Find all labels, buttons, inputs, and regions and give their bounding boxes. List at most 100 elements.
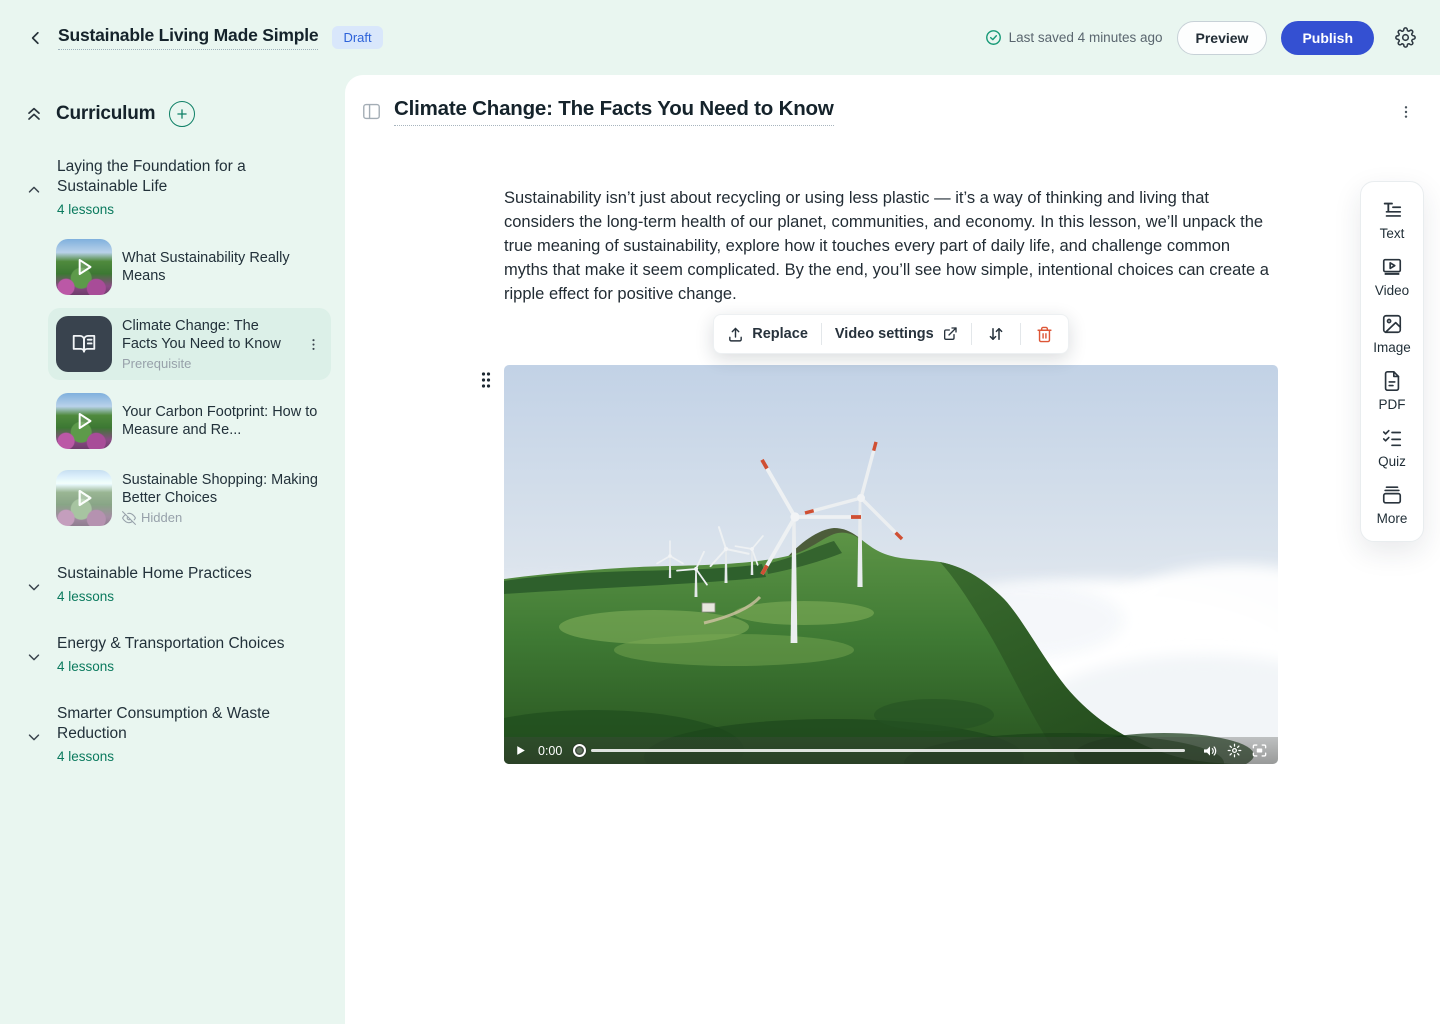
layout-panel-icon [362, 103, 381, 120]
scrubber-handle[interactable] [573, 744, 586, 757]
add-quiz-block[interactable]: Quiz [1378, 427, 1406, 469]
play-button[interactable] [514, 744, 527, 757]
section-title: Smarter Consumption & Waste Reduction [57, 704, 331, 744]
back-chevron-icon [27, 29, 45, 47]
curriculum-section: Laying the Foundation for a Sustainable … [24, 157, 331, 534]
lesson-menu-button[interactable] [304, 335, 323, 354]
progress-bar[interactable] [591, 749, 1185, 752]
section-lesson-count: 4 lessons [57, 202, 331, 217]
tool-label: Quiz [1378, 454, 1406, 469]
toolbar-divider [1020, 323, 1021, 345]
lesson-meta-hidden: Hidden [122, 510, 323, 525]
video-block-icon [1381, 256, 1403, 278]
section-header-home-practices[interactable]: Sustainable Home Practices 4 lessons [24, 564, 331, 604]
curriculum-sidebar: Curriculum Laying the Foundation for a S… [0, 75, 345, 1024]
lesson-title: Climate Change: The Facts You Need to Kn… [122, 317, 294, 353]
lesson-title: Your Carbon Footprint: How to Measure an… [122, 403, 323, 439]
section-title: Sustainable Home Practices [57, 564, 331, 584]
tool-label: Text [1380, 226, 1405, 241]
play-icon [71, 408, 97, 434]
section-header-smarter-consumption[interactable]: Smarter Consumption & Waste Reduction 4 … [24, 704, 331, 764]
block-tools-panel: Text Video Image PDF Quiz More [1360, 181, 1424, 542]
play-icon [71, 254, 97, 280]
publish-button[interactable]: Publish [1281, 21, 1374, 55]
curriculum-section: Sustainable Home Practices 4 lessons [24, 564, 331, 604]
section-title: Energy & Transportation Choices [57, 634, 331, 654]
check-circle-icon [985, 29, 1002, 46]
collapse-all-icon [24, 104, 44, 124]
settings-icon [1227, 743, 1242, 758]
toggle-sidebar-button[interactable] [362, 103, 381, 120]
add-video-block[interactable]: Video [1375, 256, 1409, 298]
section-lesson-count: 4 lessons [57, 659, 331, 674]
collapse-all-button[interactable] [24, 104, 44, 124]
kebab-icon [1398, 104, 1414, 120]
volume-icon [1202, 743, 1218, 759]
section-title: Laying the Foundation for a Sustainable … [57, 157, 331, 197]
wind-farm-video-still [504, 365, 1278, 764]
add-text-block[interactable]: Text [1380, 199, 1405, 241]
video-thumbnail [56, 239, 112, 295]
add-pdf-block[interactable]: PDF [1379, 370, 1406, 412]
fullscreen-button[interactable] [1251, 743, 1268, 758]
lesson-item-what-sustainability[interactable]: What Sustainability Really Means [48, 231, 331, 303]
curriculum-section: Smarter Consumption & Waste Reduction 4 … [24, 704, 331, 764]
curriculum-section: Energy & Transportation Choices 4 lesson… [24, 634, 331, 674]
trash-icon [1036, 326, 1053, 343]
video-thumbnail [56, 393, 112, 449]
video-settings-gear-button[interactable] [1227, 743, 1242, 758]
current-time: 0:00 [538, 744, 562, 758]
settings-button[interactable] [1392, 25, 1418, 51]
lesson-title: Sustainable Shopping: Making Better Choi… [122, 471, 323, 507]
section-header-energy-transportation[interactable]: Energy & Transportation Choices 4 lesson… [24, 634, 331, 674]
add-curriculum-button[interactable] [169, 101, 195, 127]
lesson-page-title[interactable]: Climate Change: The Facts You Need to Kn… [394, 97, 834, 126]
section-lesson-count: 4 lessons [57, 589, 331, 604]
course-title[interactable]: Sustainable Living Made Simple [58, 25, 318, 50]
delete-block-button[interactable] [1034, 326, 1055, 343]
kebab-icon [306, 337, 321, 352]
lesson-item-climate-change[interactable]: Climate Change: The Facts You Need to Kn… [48, 308, 331, 380]
section-header-foundation[interactable]: Laying the Foundation for a Sustainable … [24, 157, 331, 217]
back-button[interactable] [24, 26, 48, 50]
sort-arrows-icon [987, 325, 1005, 343]
status-badge: Draft [332, 26, 382, 49]
video-settings-button[interactable]: Video settings [835, 326, 958, 342]
upload-icon [727, 326, 744, 343]
replace-label: Replace [752, 326, 808, 342]
top-header: Sustainable Living Made Simple Draft Las… [0, 0, 1440, 75]
video-controls: 0:00 [504, 737, 1278, 764]
last-saved-status: Last saved 4 minutes ago [985, 29, 1163, 46]
toolbar-divider [971, 323, 972, 345]
lesson-intro-paragraph[interactable]: Sustainability isn’t just about recyclin… [504, 186, 1278, 306]
reorder-block-button[interactable] [985, 325, 1007, 343]
toolbar-divider [821, 323, 822, 345]
reading-thumbnail [56, 316, 112, 372]
preview-button[interactable]: Preview [1177, 21, 1268, 55]
play-icon [71, 485, 97, 511]
quiz-block-icon [1381, 427, 1403, 449]
volume-button[interactable] [1202, 743, 1218, 759]
video-block: 0:00 [504, 365, 1278, 764]
lesson-item-carbon-footprint[interactable]: Your Carbon Footprint: How to Measure an… [48, 385, 331, 457]
more-blocks[interactable]: More [1377, 484, 1408, 526]
lesson-options-button[interactable] [1394, 100, 1418, 124]
hidden-label: Hidden [141, 510, 182, 525]
section-lesson-count: 4 lessons [57, 749, 331, 764]
chevron-down-icon [24, 728, 44, 746]
lesson-editor-panel: Climate Change: The Facts You Need to Kn… [345, 75, 1440, 1024]
chevron-down-icon [24, 578, 44, 596]
eye-off-icon [122, 511, 136, 525]
text-block-icon [1381, 199, 1403, 221]
curriculum-heading: Curriculum [56, 103, 155, 125]
add-image-block[interactable]: Image [1373, 313, 1411, 355]
image-block-icon [1381, 313, 1403, 335]
replace-video-button[interactable]: Replace [727, 326, 808, 343]
lesson-title: What Sustainability Really Means [122, 249, 323, 285]
play-icon [514, 744, 527, 757]
drag-handle-icon[interactable] [480, 371, 492, 389]
lesson-item-sustainable-shopping[interactable]: Sustainable Shopping: Making Better Choi… [48, 462, 331, 534]
lesson-meta-prerequisite: Prerequisite [122, 356, 294, 371]
chevron-down-icon [24, 648, 44, 666]
video-player[interactable]: 0:00 [504, 365, 1278, 764]
